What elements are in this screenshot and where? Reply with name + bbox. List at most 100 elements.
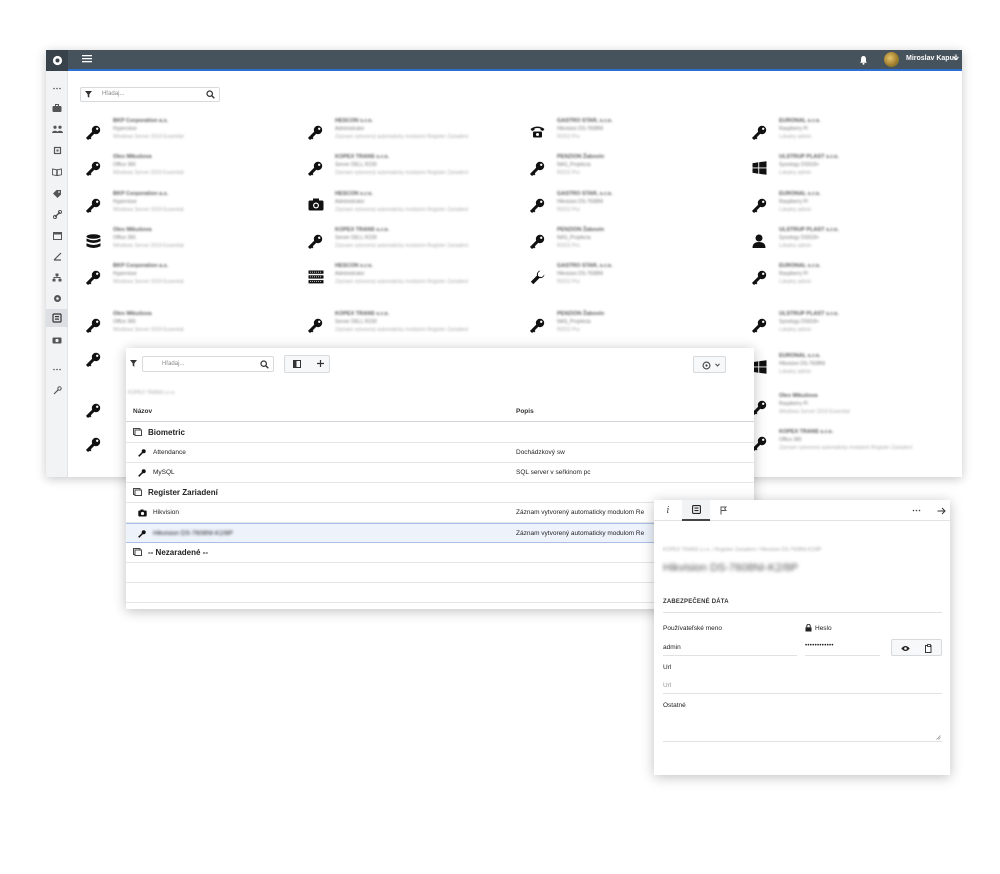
chart-icon[interactable]: [50, 250, 64, 262]
database-icon: [86, 234, 101, 249]
card-subtitle-blurred: Administrator: [335, 126, 365, 132]
card-note-blurred: Lokalny admin: [779, 134, 812, 140]
other-label: Ostatné: [663, 702, 686, 709]
card-note-blurred: Windows Server 2019 Essential: [779, 409, 850, 415]
key-icon: [86, 437, 101, 452]
table-row[interactable]: Attendance Dochádzkový sw: [126, 443, 754, 463]
card-note-blurred: RDD2 Pro: [557, 243, 580, 249]
key-icon: [530, 198, 545, 213]
key-icon: [86, 198, 101, 213]
tab-info[interactable]: i: [654, 500, 682, 521]
camera-icon: [308, 198, 324, 211]
card-note-blurred: RDD2 Pro: [557, 207, 580, 213]
search-icon[interactable]: [260, 360, 269, 369]
settings-dropdown-button[interactable]: [693, 356, 726, 373]
card-title-blurred: PENZION Žabovin: [557, 154, 605, 160]
tab-device[interactable]: [682, 500, 710, 521]
more-icon[interactable]: [50, 82, 64, 94]
card-subtitle-blurred: Administrator: [335, 271, 365, 277]
tag-icon[interactable]: [50, 187, 64, 199]
device-register-icon[interactable]: [46, 309, 68, 327]
key-icon: [138, 530, 146, 538]
card-subtitle-blurred: Hypervisor: [113, 271, 137, 277]
calendar-icon[interactable]: [50, 229, 64, 241]
card-subtitle-blurred: Raspberry Pi: [779, 271, 808, 277]
detail-tabs: i: [654, 500, 950, 521]
add-icon[interactable]: [316, 359, 325, 368]
card-note-blurred: Lokalny admin: [779, 207, 812, 213]
password-field[interactable]: ••••••••••••: [805, 643, 834, 649]
filter-icon[interactable]: [85, 91, 92, 98]
bell-icon[interactable]: [859, 55, 868, 65]
gear-icon: [702, 361, 711, 370]
breadcrumb: KOPEX TRANS s.r.o. / Register Zariadení …: [663, 547, 822, 553]
book-icon[interactable]: [50, 166, 64, 178]
filter-icon[interactable]: [130, 360, 137, 367]
device-register-icon: [691, 505, 701, 514]
camera-icon[interactable]: [50, 334, 64, 346]
more-icon[interactable]: [50, 363, 64, 375]
table-row[interactable]: MySQL SQL server v seřkinom pc: [126, 463, 754, 483]
card-note-blurred: Windows Server 2019 Essential: [113, 327, 184, 333]
chevron-down-icon[interactable]: [953, 56, 959, 61]
key-icon: [86, 161, 101, 176]
field-underline: [805, 655, 880, 656]
card-subtitle-blurred: Raspberry Pi: [779, 401, 808, 407]
group-row-biometric[interactable]: Biometric: [126, 423, 754, 443]
key-icon: [86, 125, 101, 140]
key-icon: [530, 234, 545, 249]
sidebar: [46, 71, 68, 477]
card-title-blurred: KOPEX TRANS s.r.o.: [335, 154, 390, 160]
card-note-blurred: Lokalny admin: [779, 327, 812, 333]
card-subtitle-blurred: NAS_Projekcia: [557, 162, 591, 168]
key-icon: [752, 198, 767, 213]
card-title-blurred: KOPEX TRANS s.r.o.: [335, 227, 390, 233]
card-title-blurred: PENZION Žabovin: [557, 311, 605, 317]
link-icon[interactable]: [50, 208, 64, 220]
search-input[interactable]: Hľadaj...: [142, 356, 274, 372]
chip-icon[interactable]: [50, 144, 64, 156]
card-title-blurred: EURONAL s.r.o.: [779, 191, 821, 197]
card-title-blurred: Olex Mikušova: [779, 393, 818, 399]
lock-icon: [805, 624, 812, 632]
card-title-blurred: PENZION Žabovin: [557, 227, 605, 233]
users-icon[interactable]: [50, 123, 64, 135]
key-settings-icon[interactable]: [50, 384, 64, 396]
settings-icon[interactable]: [50, 292, 64, 304]
url-field[interactable]: Url: [663, 682, 671, 689]
card-note-blurred: Záznam vytvorený automaticky modulom Reg…: [335, 279, 469, 285]
eye-logo-icon[interactable]: [46, 50, 68, 71]
key-icon: [308, 234, 323, 249]
more-icon[interactable]: [912, 509, 921, 512]
card-title-blurred: ULSTRUP PLAST s.r.o.: [779, 311, 839, 317]
card-subtitle-blurred: Hikvision DS-7608NI: [779, 361, 826, 367]
header-divider: [126, 421, 754, 422]
key-icon: [86, 270, 101, 285]
card-note-blurred: RDD2 Pro: [557, 134, 580, 140]
section-title: ZABEZPEČENÉ DÁTA: [663, 599, 729, 605]
card-note-blurred: Záznam vytvorený automaticky modulom Reg…: [335, 243, 469, 249]
briefcase-icon[interactable]: [50, 102, 64, 114]
network-icon[interactable]: [50, 271, 64, 283]
chevron-down-icon: [715, 363, 720, 367]
avatar[interactable]: [884, 52, 899, 67]
other-textarea[interactable]: [663, 714, 942, 742]
phone-icon: [530, 125, 545, 138]
card-title-blurred: GASTRO STAR, s.r.o.: [557, 263, 613, 269]
arrow-right-icon[interactable]: [937, 507, 946, 515]
field-underline: [663, 655, 797, 656]
key-icon: [308, 125, 323, 140]
hamburger-icon[interactable]: [82, 54, 92, 63]
password-actions: [891, 639, 942, 656]
key-icon: [752, 318, 767, 333]
layout-icon[interactable]: [293, 360, 301, 368]
search-icon[interactable]: [206, 90, 215, 99]
tab-flag[interactable]: [710, 500, 738, 521]
username-field[interactable]: admin: [663, 644, 681, 651]
eye-icon[interactable]: [901, 645, 910, 652]
resize-handle-icon[interactable]: [936, 735, 941, 740]
copy-icon[interactable]: [925, 644, 933, 653]
user-name[interactable]: Miroslav Kapuš: [906, 55, 958, 62]
card-subtitle-blurred: Raspberry Pi: [779, 199, 808, 205]
search-input[interactable]: Hľadaj...: [80, 87, 220, 102]
